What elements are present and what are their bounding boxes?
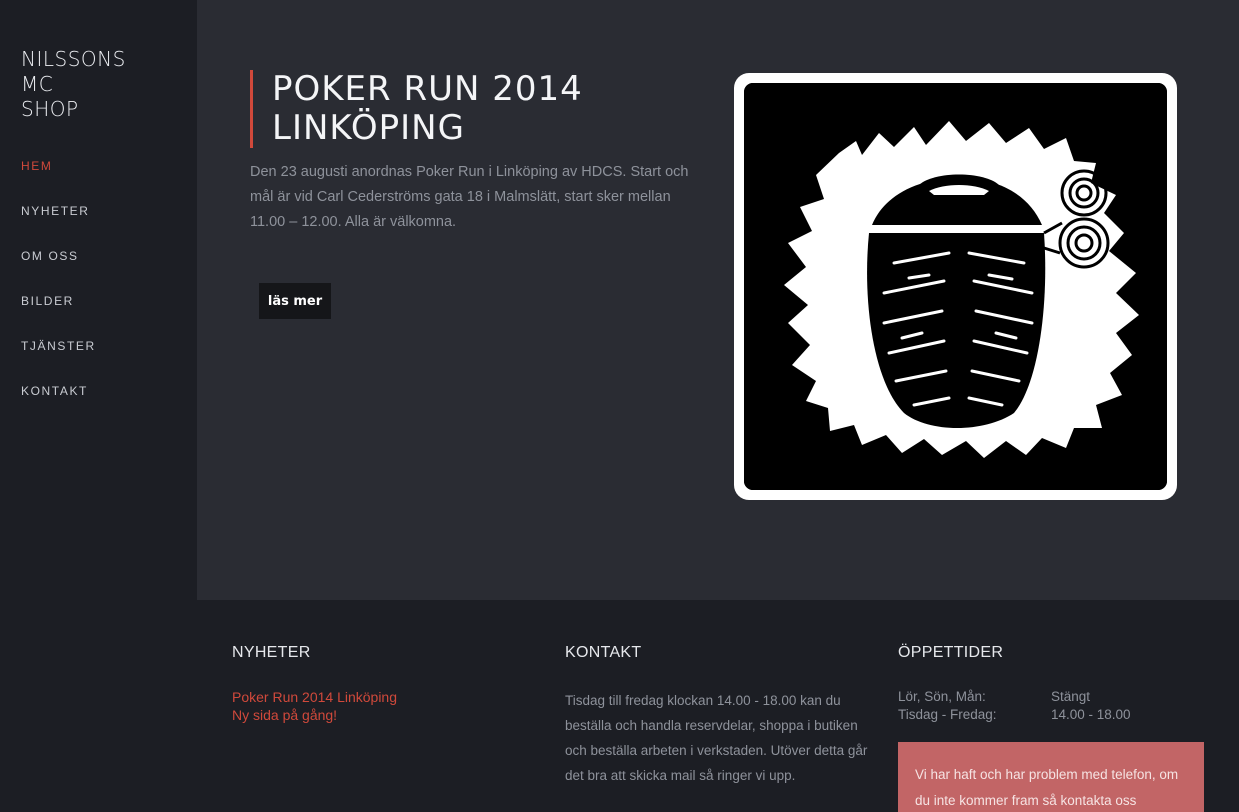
hours-day: Lör, Sön, Mån: [898,689,986,704]
footer: NYHETER Poker Run 2014 Linköping Ny sida… [0,600,1239,812]
post-title[interactable]: POKER RUN 2014 LINKÖPING [250,70,705,148]
contact-text: Tisdag till fredag klockan 14.00 - 18.00… [565,693,868,783]
footer-contact-heading: KONTAKT [565,644,642,661]
main-content: POKER RUN 2014 LINKÖPING Den 23 augusti … [197,0,1239,600]
hours-row: Tisdag - Fredag: 14.00 - 18.00 [898,706,1208,724]
nav-item-bilder[interactable]: BILDER [21,290,96,335]
nav-item-kontakt[interactable]: KONTAKT [21,380,96,425]
hours-time: Stängt [1051,689,1091,704]
phone-notice: Vi har haft och har problem med telefon,… [898,742,1204,812]
footer-hours-heading: ÖPPETTIDER [898,644,1004,661]
nav-item-hem[interactable]: HEM [21,155,96,200]
footer-news-heading: NYHETER [232,644,311,661]
nav-item-nyheter[interactable]: NYHETER [21,200,96,245]
post-title-line-2: LINKÖPING [272,108,465,148]
sidebar: NILSSONS MC SHOP HEM NYHETER OM OSS BILD… [0,0,197,600]
hours-table: Lör, Sön, Mån: Stängt Tisdag - Fredag: 1… [898,688,1208,724]
nav-item-om-oss[interactable]: OM OSS [21,245,96,290]
site-logo-text[interactable]: NILSSONS MC SHOP [21,47,181,122]
brand-line-3: SHOP [21,97,79,121]
news-link[interactable]: Poker Run 2014 Linköping [232,688,397,706]
brand-line-2: MC [21,72,54,96]
brand-line-1: NILSSONS [21,47,126,71]
nav-item-tjanster[interactable]: TJÄNSTER [21,335,96,380]
featured-post: POKER RUN 2014 LINKÖPING Den 23 augusti … [250,70,705,235]
hours-time: 14.00 - 18.00 [1051,707,1131,722]
post-excerpt: Den 23 augusti anordnas Poker Run i Link… [250,164,689,230]
news-link[interactable]: Ny sida på gång! [232,706,397,724]
news-list: Poker Run 2014 Linköping Ny sida på gång… [232,688,397,724]
motorcycle-tire-logo-icon [744,83,1167,490]
post-image[interactable] [734,73,1177,500]
main-nav: HEM NYHETER OM OSS BILDER TJÄNSTER KONTA… [21,155,96,425]
hours-day: Tisdag - Fredag: [898,707,997,722]
post-title-line-1: POKER RUN 2014 [272,69,583,109]
read-more-button[interactable]: läs mer [259,283,331,319]
hours-row: Lör, Sön, Mån: Stängt [898,688,1208,706]
